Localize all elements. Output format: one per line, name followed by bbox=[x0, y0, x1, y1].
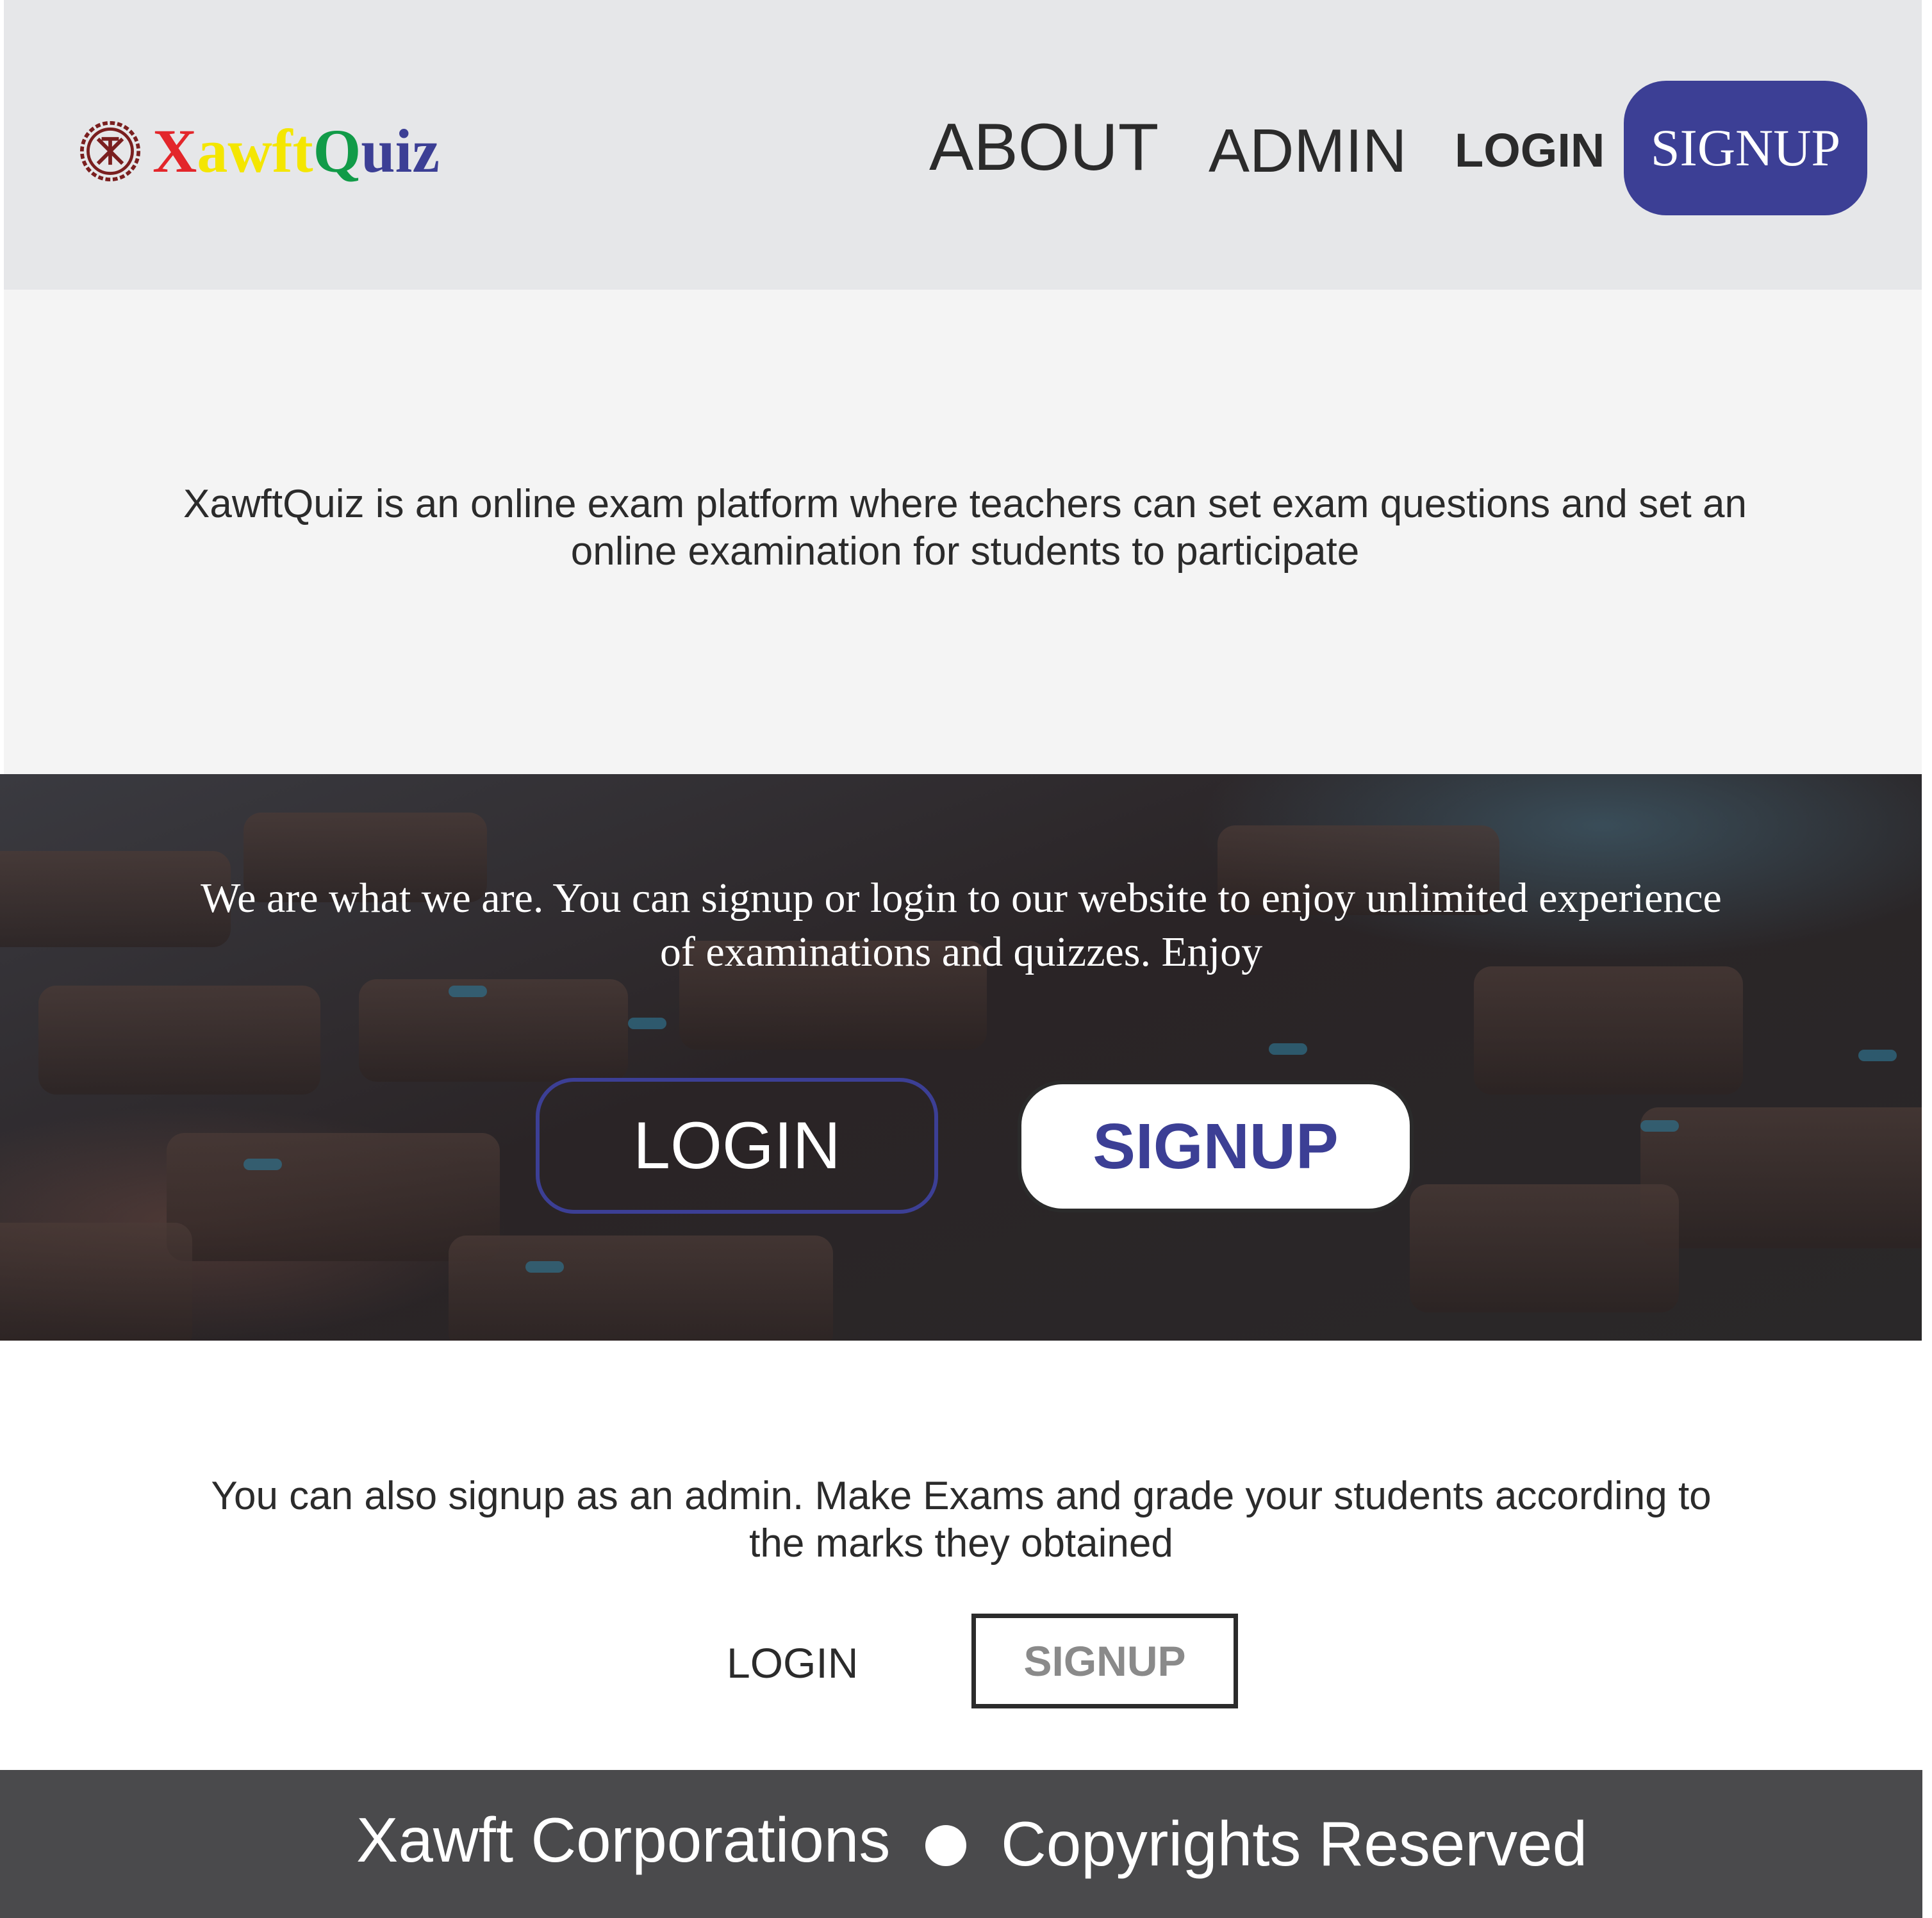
nav-about-link[interactable]: ABOUT bbox=[929, 114, 1159, 181]
admin-login-link[interactable]: LOGIN bbox=[727, 1642, 858, 1684]
site-header: XawftQuiz ABOUT ADMIN LOGIN SIGNUP bbox=[4, 0, 1922, 290]
admin-signup-button[interactable]: SIGNUP bbox=[971, 1614, 1238, 1708]
xt-emblem-icon bbox=[79, 120, 141, 182]
logo-letter: a bbox=[197, 117, 228, 185]
logo-letter: Q bbox=[313, 117, 361, 185]
nav-admin-link[interactable]: ADMIN bbox=[1209, 120, 1407, 182]
hero-signup-button[interactable]: SIGNUP bbox=[1018, 1080, 1414, 1212]
logo-letter: t bbox=[292, 117, 313, 185]
nav-login-link[interactable]: LOGIN bbox=[1455, 127, 1605, 174]
logo-wordmark[interactable]: XawftQuiz bbox=[153, 113, 440, 190]
nav-signup-button[interactable]: SIGNUP bbox=[1624, 81, 1867, 215]
hero-login-button[interactable]: LOGIN bbox=[536, 1078, 938, 1214]
footer-company: Xawft Corporations bbox=[356, 1805, 891, 1875]
hero-description: We are what we are. You can signup or lo… bbox=[201, 875, 1722, 975]
admin-description: You can also signup as an admin. Make Ex… bbox=[211, 1474, 1712, 1566]
site-footer: Xawft Corporations Copyrights Reserved bbox=[0, 1770, 1922, 1918]
footer-separator-dot bbox=[925, 1825, 966, 1866]
intro-section: XawftQuiz is an online exam platform whe… bbox=[4, 290, 1922, 774]
intro-description: XawftQuiz is an online exam platform whe… bbox=[183, 482, 1747, 574]
logo-letter: f bbox=[272, 117, 293, 185]
logo-letter: z bbox=[412, 117, 440, 185]
logo-letter: u bbox=[361, 117, 395, 185]
logo-letter: i bbox=[395, 117, 413, 185]
logo-letter: X bbox=[153, 117, 197, 185]
footer-copyright: Copyrights Reserved bbox=[1001, 1808, 1588, 1879]
logo-letter: w bbox=[227, 117, 272, 185]
hero-banner: We are what we are. You can signup or lo… bbox=[0, 774, 1922, 1341]
